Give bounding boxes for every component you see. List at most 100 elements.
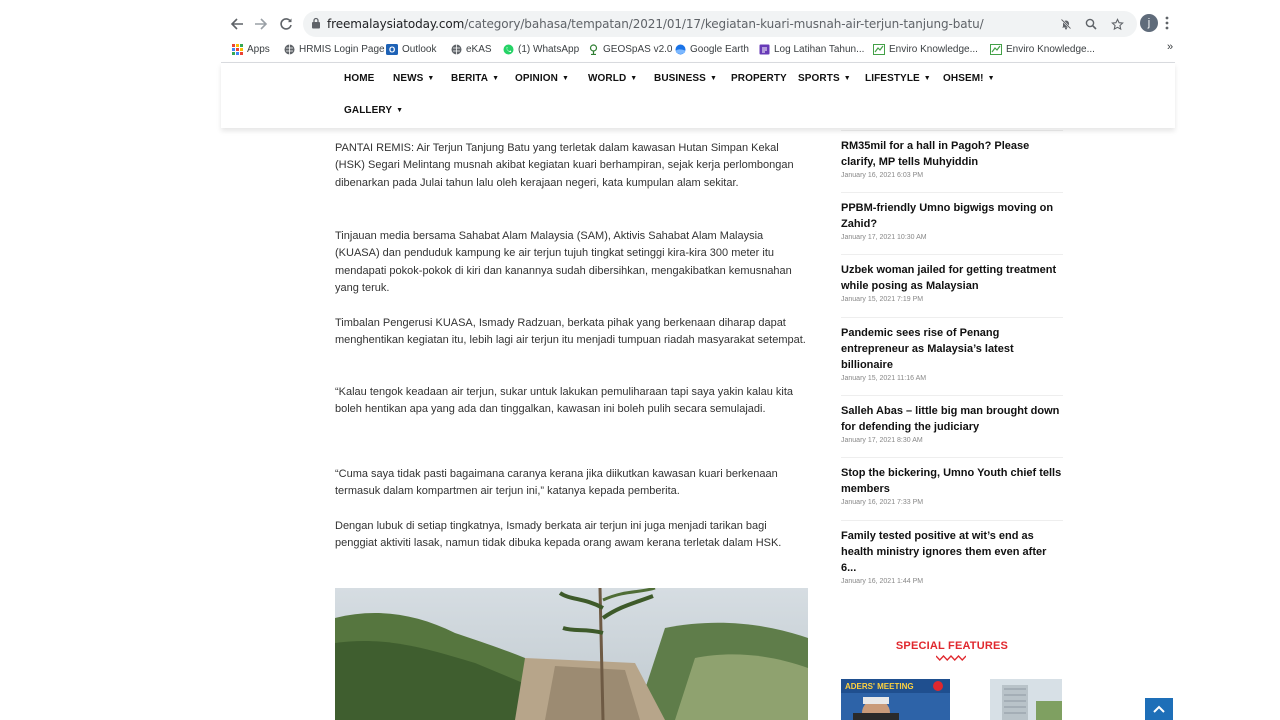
nav-news[interactable]: NEWS ▼: [393, 73, 434, 84]
bookmark-ekas[interactable]: eKAS: [450, 41, 492, 57]
nav-world[interactable]: WORLD ▼: [588, 73, 637, 84]
bookmark-label: Google Earth: [690, 43, 749, 55]
news-item[interactable]: Family tested positive at wit’s end as h…: [841, 528, 1063, 585]
more-bookmarks-button[interactable]: »: [1167, 41, 1173, 53]
nav-label: BERITA: [451, 73, 489, 84]
nav-label: NEWS: [393, 73, 424, 84]
news-item[interactable]: Salleh Abas – little big man brought dow…: [841, 403, 1063, 444]
article-paragraph: Timbalan Pengerusi KUASA, Ismady Radzuan…: [335, 317, 806, 347]
magnifier-icon: [1085, 18, 1097, 30]
bookmark-enviro-2[interactable]: Enviro Knowledge...: [990, 41, 1095, 57]
news-date: January 16, 2021 6:03 PM: [841, 172, 924, 179]
nav-lifestyle[interactable]: LIFESTYLE ▼: [865, 73, 931, 84]
bookmark-star-button[interactable]: [1109, 16, 1125, 32]
nav-gallery[interactable]: GALLERY ▼: [344, 105, 403, 116]
bookmark-label: Enviro Knowledge...: [889, 43, 978, 55]
article-paragraph: PANTAI REMIS: Air Terjun Tanjung Batu ya…: [335, 142, 794, 189]
nav-property[interactable]: PROPERTY: [731, 73, 787, 84]
nav-home[interactable]: HOME: [344, 73, 374, 84]
bookmark-enviro-1[interactable]: Enviro Knowledge...: [873, 41, 978, 57]
enviro-icon: [990, 43, 1002, 55]
nav-sports[interactable]: SPORTS ▼: [798, 73, 851, 84]
thumbnail-caption: ADERS' MEETING: [845, 682, 914, 691]
profile-avatar[interactable]: j: [1140, 14, 1158, 32]
back-to-top-button[interactable]: [1145, 698, 1173, 720]
address-row: freemalaysiatoday.com/category/bahasa/te…: [221, 10, 1175, 38]
news-title[interactable]: Family tested positive at wit’s end as h…: [841, 528, 1063, 576]
nav-label: WORLD: [588, 73, 627, 84]
bookmark-apps[interactable]: Apps: [231, 41, 270, 57]
news-item[interactable]: Pandemic sees rise of Penang entrepreneu…: [841, 325, 1063, 382]
notifications-blocked-button[interactable]: [1058, 16, 1074, 32]
address-bar[interactable]: freemalaysiatoday.com/category/bahasa/te…: [303, 11, 1137, 37]
news-title[interactable]: PPBM-friendly Umno bigwigs moving on Zah…: [841, 200, 1063, 232]
arrow-right-icon: [255, 18, 268, 30]
article-paragraph: Dengan lubuk di setiap tingkatnya, Ismad…: [335, 520, 782, 550]
nav-business[interactable]: BUSINESS ▼: [654, 73, 717, 84]
nav-label: GALLERY: [344, 105, 393, 116]
bookmark-log-latihan[interactable]: Log Latihan Tahun...: [758, 41, 864, 57]
apps-grid-icon: [231, 43, 243, 55]
building-image: [990, 679, 1062, 720]
outlook-icon: O: [386, 43, 398, 55]
leaders-meeting-image: ADERS' MEETING: [841, 679, 950, 720]
bookmark-whatsapp[interactable]: (1) WhatsApp: [502, 41, 579, 57]
article-paragraph: Tinjauan media bersama Sahabat Alam Mala…: [335, 230, 792, 295]
news-divider: [841, 254, 1063, 255]
news-divider: [841, 130, 1063, 131]
nav-label: LIFESTYLE: [865, 73, 920, 84]
nav-berita[interactable]: BERITA ▼: [451, 73, 499, 84]
news-title[interactable]: Salleh Abas – little big man brought dow…: [841, 403, 1063, 435]
bell-off-icon: [1060, 18, 1072, 30]
kebab-menu-icon[interactable]: [1165, 16, 1169, 30]
nav-ohsem[interactable]: OHSEM! ▼: [943, 73, 995, 84]
chevron-down-icon: ▼: [492, 75, 500, 82]
bookmark-geospas[interactable]: GEOSpAS v2.0: [587, 41, 672, 57]
news-item[interactable]: PPBM-friendly Umno bigwigs moving on Zah…: [841, 200, 1063, 241]
nav-label: OHSEM!: [943, 73, 984, 84]
forward-button[interactable]: [251, 14, 271, 34]
news-title[interactable]: Uzbek woman jailed for getting treatment…: [841, 262, 1063, 294]
chevron-down-icon: ▼: [630, 75, 638, 82]
news-item[interactable]: Stop the bickering, Umno Youth chief tel…: [841, 465, 1063, 506]
globe-icon: [283, 43, 295, 55]
news-item[interactable]: RM35mil for a hall in Pagoh? Please clar…: [841, 138, 1063, 179]
chevron-down-icon: ▼: [427, 75, 435, 82]
globe-icon: [450, 43, 462, 55]
news-divider: [841, 192, 1063, 193]
zoom-button[interactable]: [1083, 16, 1099, 32]
news-date: January 15, 2021 11:16 AM: [841, 375, 927, 382]
news-date: January 15, 2021 7:19 PM: [841, 296, 924, 303]
bookmark-label: HRMIS Login Page: [299, 43, 385, 55]
star-icon: [1110, 17, 1124, 30]
special-feature-thumbnail[interactable]: ADERS' MEETING: [841, 679, 950, 720]
geospas-icon: [587, 43, 599, 55]
reload-button[interactable]: [276, 14, 296, 34]
bookmark-google-earth[interactable]: Google Earth: [674, 41, 749, 57]
nav-label: BUSINESS: [654, 73, 706, 84]
bookmark-label: (1) WhatsApp: [518, 43, 580, 55]
special-feature-thumbnail[interactable]: [990, 679, 1062, 720]
news-divider: [841, 520, 1063, 521]
nav-label: PROPERTY: [731, 73, 787, 84]
bookmark-label: Log Latihan Tahun...: [774, 43, 865, 55]
chevron-down-icon: ▼: [843, 75, 851, 82]
browser-chrome: freemalaysiatoday.com/category/bahasa/te…: [221, 10, 1175, 63]
news-title[interactable]: Stop the bickering, Umno Youth chief tel…: [841, 465, 1063, 497]
news-title[interactable]: Pandemic sees rise of Penang entrepreneu…: [841, 325, 1063, 373]
bookmark-hrmis[interactable]: HRMIS Login Page: [283, 41, 385, 57]
nav-label: HOME: [344, 73, 375, 84]
news-date: January 17, 2021 8:30 AM: [841, 437, 923, 444]
nav-opinion[interactable]: OPINION ▼: [515, 73, 569, 84]
site-navigation: HOME NEWS ▼ BERITA ▼ OPINION ▼ WORLD ▼ BUSIN…: [221, 63, 1175, 128]
whatsapp-icon: [502, 43, 514, 55]
bookmark-outlook[interactable]: O Outlook: [386, 41, 436, 57]
back-button[interactable]: [227, 14, 247, 34]
article-photo: [335, 588, 808, 720]
news-title[interactable]: RM35mil for a hall in Pagoh? Please clar…: [841, 138, 1063, 170]
news-date: January 16, 2021 7:33 PM: [841, 499, 924, 506]
news-item[interactable]: Uzbek woman jailed for getting treatment…: [841, 262, 1063, 303]
url-text[interactable]: freemalaysiatoday.com/category/bahasa/te…: [327, 17, 984, 31]
form-icon: [758, 43, 770, 55]
wave-divider-icon: [936, 655, 966, 661]
